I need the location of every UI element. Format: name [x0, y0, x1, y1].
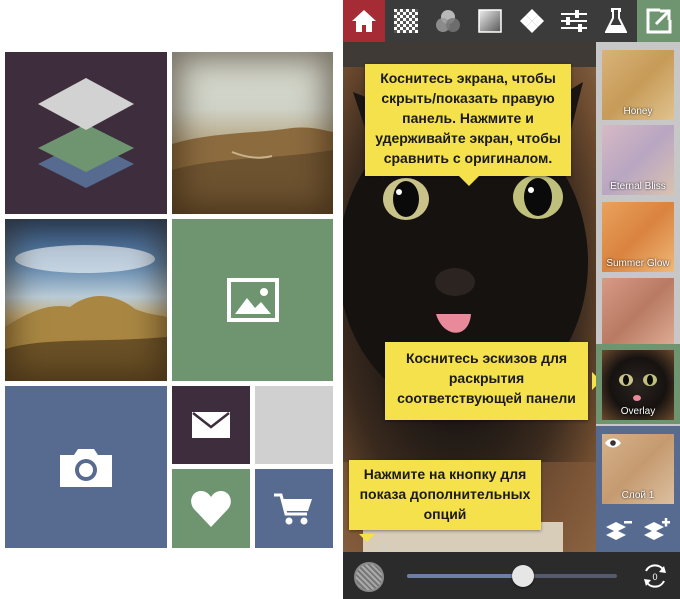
checker-texture-icon [394, 9, 418, 33]
eye-icon[interactable] [605, 437, 621, 449]
remove-layer-icon [606, 521, 632, 540]
opacity-slider-track[interactable] [407, 565, 617, 587]
layer-thumb-1[interactable]: Слой 1 [602, 434, 674, 504]
bottom-bar: 0 [343, 546, 680, 599]
texture-thumb-summer-glow[interactable]: Summer Glow [602, 202, 674, 272]
photo-canvas[interactable]: Коснитесь экрана, чтобы скрыть/показать … [343, 42, 601, 552]
gradient-button[interactable] [469, 0, 511, 42]
layers-tile[interactable] [5, 52, 167, 214]
lab-button[interactable] [595, 0, 637, 42]
texture-thumb-overlay[interactable]: Overlay [602, 350, 674, 420]
tooltip-line: Нажмите на кнопку для [363, 466, 527, 482]
camera-icon [60, 449, 112, 487]
tooltip-pointer [459, 176, 479, 186]
texture-label: Summer Glow [606, 258, 670, 269]
texture-thumb-eternal-bliss[interactable]: Eternal Bliss [602, 125, 674, 195]
flask-icon [605, 8, 627, 33]
image-gallery-icon [226, 278, 279, 322]
texture-thumb-4[interactable] [602, 278, 674, 348]
adjust-button[interactable] [553, 0, 595, 42]
diamond-icon [520, 9, 544, 33]
tooltip-line: Коснитесь эскизов для [405, 350, 568, 366]
heart-icon [191, 490, 231, 527]
cart-icon [274, 493, 312, 524]
tooltip-line: соответствующей панели [397, 390, 576, 406]
editor-screen: Коснитесь экрана, чтобы скрыть/показать … [343, 0, 680, 599]
options-button[interactable] [354, 562, 384, 592]
texture-label: Overlay [620, 406, 656, 417]
circles-blend-icon [436, 10, 460, 32]
sliders-icon [561, 10, 587, 32]
camera-tile[interactable] [5, 386, 167, 548]
landscape-photo-tile[interactable] [172, 52, 333, 214]
textures-button[interactable] [385, 0, 427, 42]
add-layer-button[interactable] [644, 518, 670, 547]
texture-label: Eternal Bliss [610, 181, 666, 192]
texture-label: Honey [623, 106, 653, 117]
share-button[interactable] [637, 0, 680, 42]
store-tile[interactable] [255, 469, 333, 548]
tooltip-options-button: Нажмите на кнопку для показа дополнитель… [349, 460, 541, 530]
layers-icon [38, 78, 134, 188]
add-layer-icon [644, 518, 670, 540]
gallery-tile[interactable] [172, 219, 333, 381]
texture-thumb-honey[interactable]: Honey [602, 50, 674, 120]
tooltip-line: Коснитесь экрана, чтобы [380, 70, 556, 86]
tooltip-line: панель. Нажмите и [402, 110, 534, 126]
tooltip-tap-screen: Коснитесь экрана, чтобы скрыть/показать … [365, 64, 571, 176]
texture-side-panel: Honey Eternal Bliss Summer Glow Overlay … [596, 42, 680, 552]
options-indicator-icon [381, 546, 386, 551]
tooltip-thumbnails: Коснитесь эскизов для раскрытия соответс… [385, 342, 588, 420]
layer-label: Слой 1 [621, 490, 655, 501]
mail-tile[interactable] [172, 386, 250, 464]
tooltip-line: удерживайте экран, чтобы [375, 130, 561, 146]
tooltip-line: раскрытия [448, 370, 525, 386]
svg-text:0: 0 [652, 572, 657, 582]
tooltip-line: скрыть/показать правую [381, 90, 555, 106]
gradient-square-icon [478, 9, 502, 33]
opacity-slider-fill [407, 574, 523, 578]
refresh-icon: 0 [644, 564, 666, 588]
remove-layer-button[interactable] [606, 518, 632, 547]
share-icon [646, 8, 671, 34]
home-button[interactable] [343, 0, 385, 42]
tooltip-line: сравнить с оригиналом. [383, 150, 553, 166]
top-toolbar [343, 0, 680, 42]
tooltip-line: показа дополнительных [359, 486, 531, 502]
reset-button[interactable]: 0 [641, 562, 669, 595]
mail-icon [192, 412, 230, 438]
home-icon [352, 10, 376, 32]
blend-button[interactable] [427, 0, 469, 42]
empty-gray-tile [255, 386, 333, 464]
tooltip-line: опций [423, 506, 467, 522]
tooltip-pointer [359, 534, 375, 542]
hills-photo-tile[interactable] [5, 219, 167, 381]
texture-circle-icon [356, 564, 382, 590]
frames-button[interactable] [511, 0, 553, 42]
favorites-tile[interactable] [172, 469, 250, 548]
opacity-slider-thumb[interactable] [511, 565, 534, 587]
